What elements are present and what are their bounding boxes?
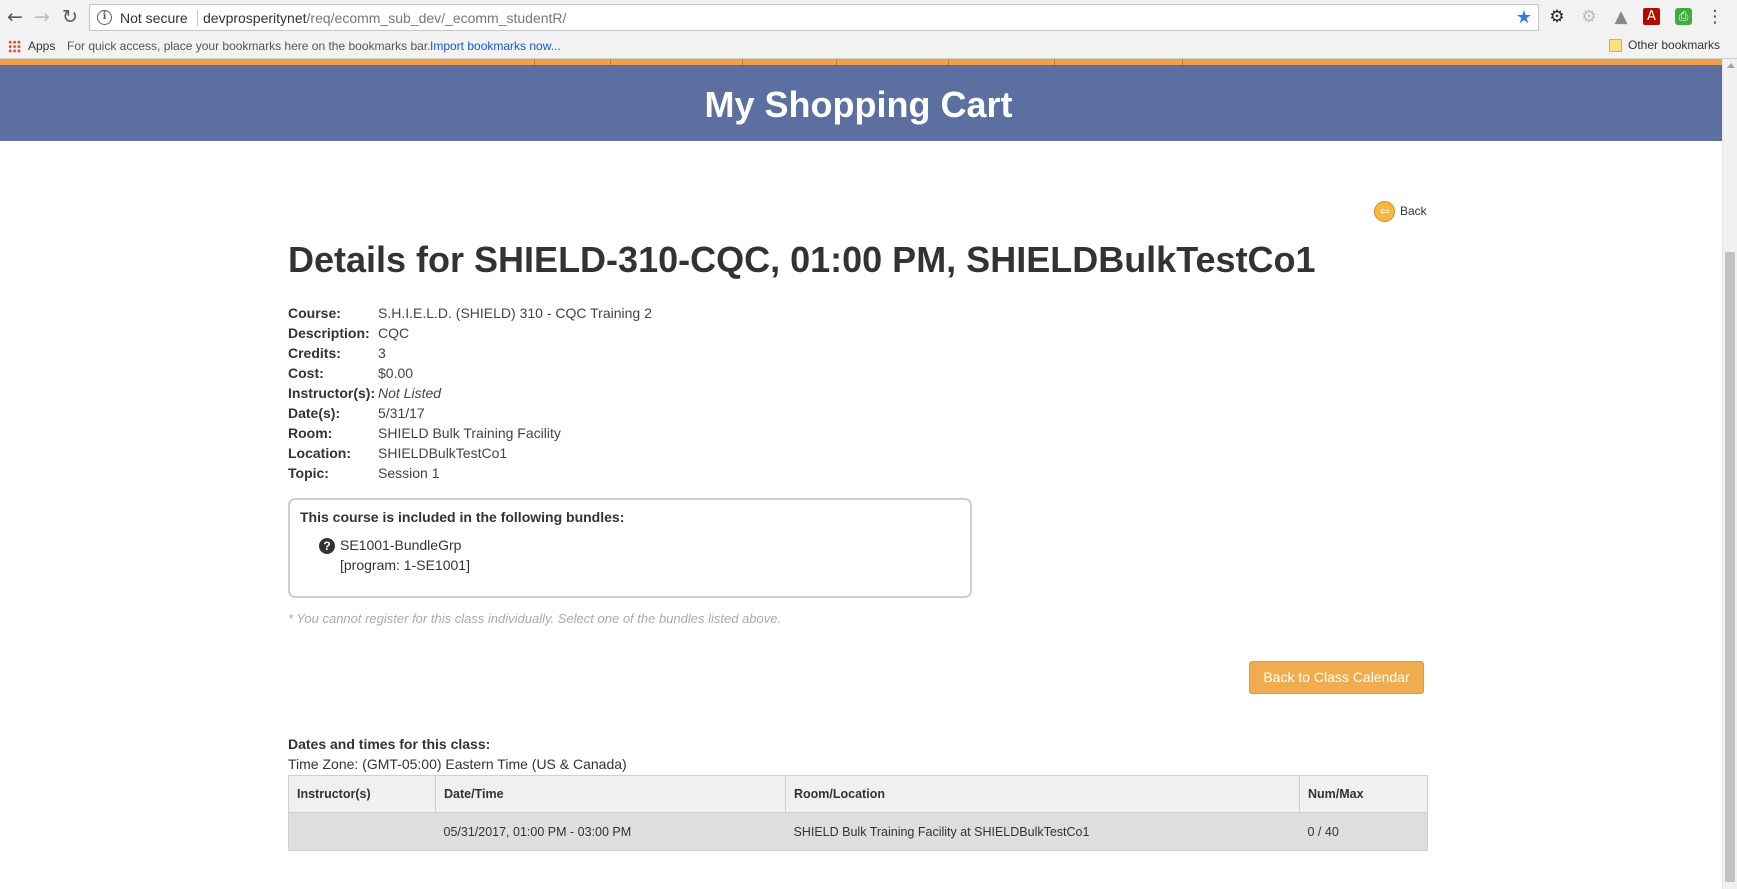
bundle-program: [program: 1-SE1001] — [340, 557, 470, 573]
course-details: Course: S.H.I.E.L.D. (SHIELD) 310 - CQC … — [288, 303, 652, 483]
other-bookmarks-link[interactable]: Other bookmarks — [1628, 38, 1720, 52]
browser-toolbar: ← → ↻ i Not secure devprosperitynet/req/… — [0, 0, 1737, 35]
dates-heading: Dates and times for this class: — [288, 736, 491, 752]
folder-icon — [1609, 39, 1622, 52]
back-to-calendar-button[interactable]: Back to Class Calendar — [1249, 661, 1424, 694]
detail-label: Location: — [288, 445, 351, 461]
detail-row-course: Course: S.H.I.E.L.D. (SHIELD) 310 - CQC … — [288, 303, 652, 323]
scrollbar-thumb[interactable] — [1725, 252, 1735, 882]
detail-label: Description: — [288, 325, 370, 341]
menu-icon[interactable]: ⋮ — [1705, 7, 1725, 27]
back-label[interactable]: Back — [1400, 204, 1427, 218]
cell-instructor — [288, 812, 436, 851]
import-bookmarks-link[interactable]: Import bookmarks now... — [430, 39, 561, 53]
url-text[interactable]: devprosperitynet/req/ecomm_sub_dev/_ecom… — [203, 10, 566, 26]
detail-label: Cost: — [288, 365, 324, 381]
bookmarks-hint: For quick access, place your bookmarks h… — [67, 39, 431, 53]
detail-row-credits: Credits: 3 — [288, 343, 652, 363]
cell-datetime: 05/31/2017, 01:00 PM - 03:00 PM — [435, 812, 786, 851]
question-icon[interactable]: ? — [319, 538, 335, 554]
registration-note: * You cannot register for this class ind… — [288, 611, 782, 626]
page-viewport: My Shopping Cart ⇦ Back Details for SHIE… — [0, 59, 1722, 889]
detail-value: 5/31/17 — [378, 405, 425, 421]
url-path: /req/ecomm_sub_dev/_ecomm_studentR/ — [306, 10, 567, 26]
column-header-datetime: Date/Time — [435, 775, 786, 813]
schedule-header-row: Instructor(s) Date/Time Room/Location Nu… — [288, 775, 1428, 813]
info-icon[interactable]: i — [97, 10, 112, 25]
detail-row-topic: Topic: Session 1 — [288, 463, 652, 483]
url-host: devprosperitynet — [203, 10, 307, 26]
detail-row-cost: Cost: $0.00 — [288, 363, 652, 383]
reload-icon[interactable]: ↻ — [59, 6, 81, 28]
url-divider — [197, 10, 198, 26]
gear-icon[interactable]: ⚙ — [1547, 7, 1567, 27]
bundle-name[interactable]: SE1001-BundleGrp — [340, 537, 461, 553]
detail-label: Instructor(s): — [288, 385, 376, 401]
details-heading: Details for SHIELD-310-CQC, 01:00 PM, SH… — [288, 239, 1316, 280]
back-link[interactable]: ⇦ Back — [1374, 200, 1427, 222]
apps-icon[interactable] — [8, 40, 21, 53]
detail-label: Room: — [288, 425, 333, 441]
forward-arrow-icon[interactable]: → — [31, 6, 53, 28]
bundles-heading: This course is included in the following… — [300, 509, 625, 525]
bundles-box: This course is included in the following… — [288, 498, 972, 598]
detail-row-instructor: Instructor(s): Not Listed — [288, 383, 652, 403]
back-arrow-icon[interactable]: ← — [4, 6, 26, 28]
column-header-nummax: Num/Max — [1299, 775, 1428, 813]
detail-value: Session 1 — [378, 465, 440, 481]
security-label[interactable]: Not secure — [120, 10, 188, 26]
detail-value: CQC — [378, 325, 410, 341]
detail-value: SHIELD Bulk Training Facility — [378, 425, 561, 441]
schedule-table: Instructor(s) Date/Time Room/Location Nu… — [288, 775, 1428, 851]
extension-green-icon[interactable]: ⎙ — [1675, 8, 1692, 25]
detail-label: Topic: — [288, 465, 329, 481]
apps-link[interactable]: Apps — [28, 39, 55, 53]
pdf-icon[interactable]: A — [1643, 8, 1660, 25]
timezone-label: Time Zone: (GMT-05:00) Eastern Time (US … — [288, 756, 627, 772]
page-title: My Shopping Cart — [704, 84, 1013, 125]
cell-room: SHIELD Bulk Training Facility at SHIELDB… — [785, 812, 1300, 851]
cell-nummax: 0 / 40 — [1299, 812, 1428, 851]
detail-label: Credits: — [288, 345, 341, 361]
detail-row-location: Location: SHIELDBulkTestCo1 — [288, 443, 652, 463]
detail-value: 3 — [378, 345, 386, 361]
scroll-up-arrow-icon[interactable] — [1727, 63, 1735, 68]
column-header-instructor: Instructor(s) — [288, 775, 436, 813]
detail-row-room: Room: SHIELD Bulk Training Facility — [288, 423, 652, 443]
detail-label: Date(s): — [288, 405, 341, 421]
bookmarks-bar: Apps For quick access, place your bookma… — [0, 35, 1737, 59]
page-banner: My Shopping Cart — [0, 65, 1722, 141]
detail-row-description: Description: CQC — [288, 323, 652, 343]
bookmark-star-icon[interactable]: ★ — [1516, 7, 1532, 28]
back-circle-icon[interactable]: ⇦ — [1374, 200, 1395, 222]
column-header-room: Room/Location — [785, 775, 1300, 813]
detail-value: Not Listed — [378, 385, 442, 401]
detail-value: S.H.I.E.L.D. (SHIELD) 310 - CQC Training… — [378, 305, 652, 321]
extension-gear-icon[interactable]: ⚙ — [1579, 7, 1599, 27]
detail-value: SHIELDBulkTestCo1 — [378, 445, 508, 461]
drive-icon[interactable]: ▲ — [1611, 7, 1631, 27]
page-scrollbar[interactable] — [1722, 59, 1737, 889]
detail-label: Course: — [288, 305, 341, 321]
detail-value: $0.00 — [378, 365, 414, 381]
address-bar[interactable]: i Not secure devprosperitynet/req/ecomm_… — [89, 4, 1539, 31]
table-row: 05/31/2017, 01:00 PM - 03:00 PM SHIELD B… — [288, 812, 1428, 851]
detail-row-dates: Date(s): 5/31/17 — [288, 403, 652, 423]
